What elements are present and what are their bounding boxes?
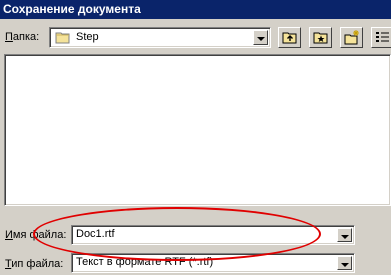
file-list[interactable] <box>4 54 391 206</box>
favorites-button[interactable] <box>309 27 332 48</box>
folder-icon <box>55 31 71 47</box>
filename-label-rest: мя файла: <box>12 229 67 241</box>
filetype-label-rest: ип файла: <box>11 258 64 270</box>
folder-dropdown-button[interactable] <box>253 30 268 45</box>
filename-dropdown-button[interactable] <box>337 228 352 242</box>
folder-up-button[interactable] <box>278 27 301 48</box>
filetype-value: Текст в формате RTF (*.rtf) <box>76 256 214 268</box>
view-menu-button[interactable] <box>371 27 391 48</box>
filename-combobox[interactable]: Doc1.rtf <box>71 225 355 245</box>
favorites-folder-icon <box>313 32 328 44</box>
folder-up-icon <box>282 32 297 44</box>
filename-label-accel: И <box>5 229 13 241</box>
folder-label-accel: П <box>5 31 13 43</box>
filetype-dropdown-button[interactable] <box>337 256 352 270</box>
folder-value: Step <box>76 31 99 43</box>
view-menu-icon <box>376 32 389 42</box>
filetype-combobox[interactable]: Текст в формате RTF (*.rtf) <box>71 253 355 273</box>
new-folder-icon <box>344 30 359 45</box>
folder-label-rest: апка: <box>12 31 40 43</box>
filename-input[interactable]: Doc1.rtf <box>76 226 115 244</box>
folder-label: Папка: <box>5 31 39 43</box>
filetype-label: Тип файла: <box>5 258 63 270</box>
filename-label: Имя файла: <box>5 229 66 241</box>
folder-combobox[interactable]: Step <box>49 27 271 48</box>
new-folder-button[interactable] <box>340 27 363 48</box>
dialog-title: Сохранение документа <box>0 0 391 19</box>
